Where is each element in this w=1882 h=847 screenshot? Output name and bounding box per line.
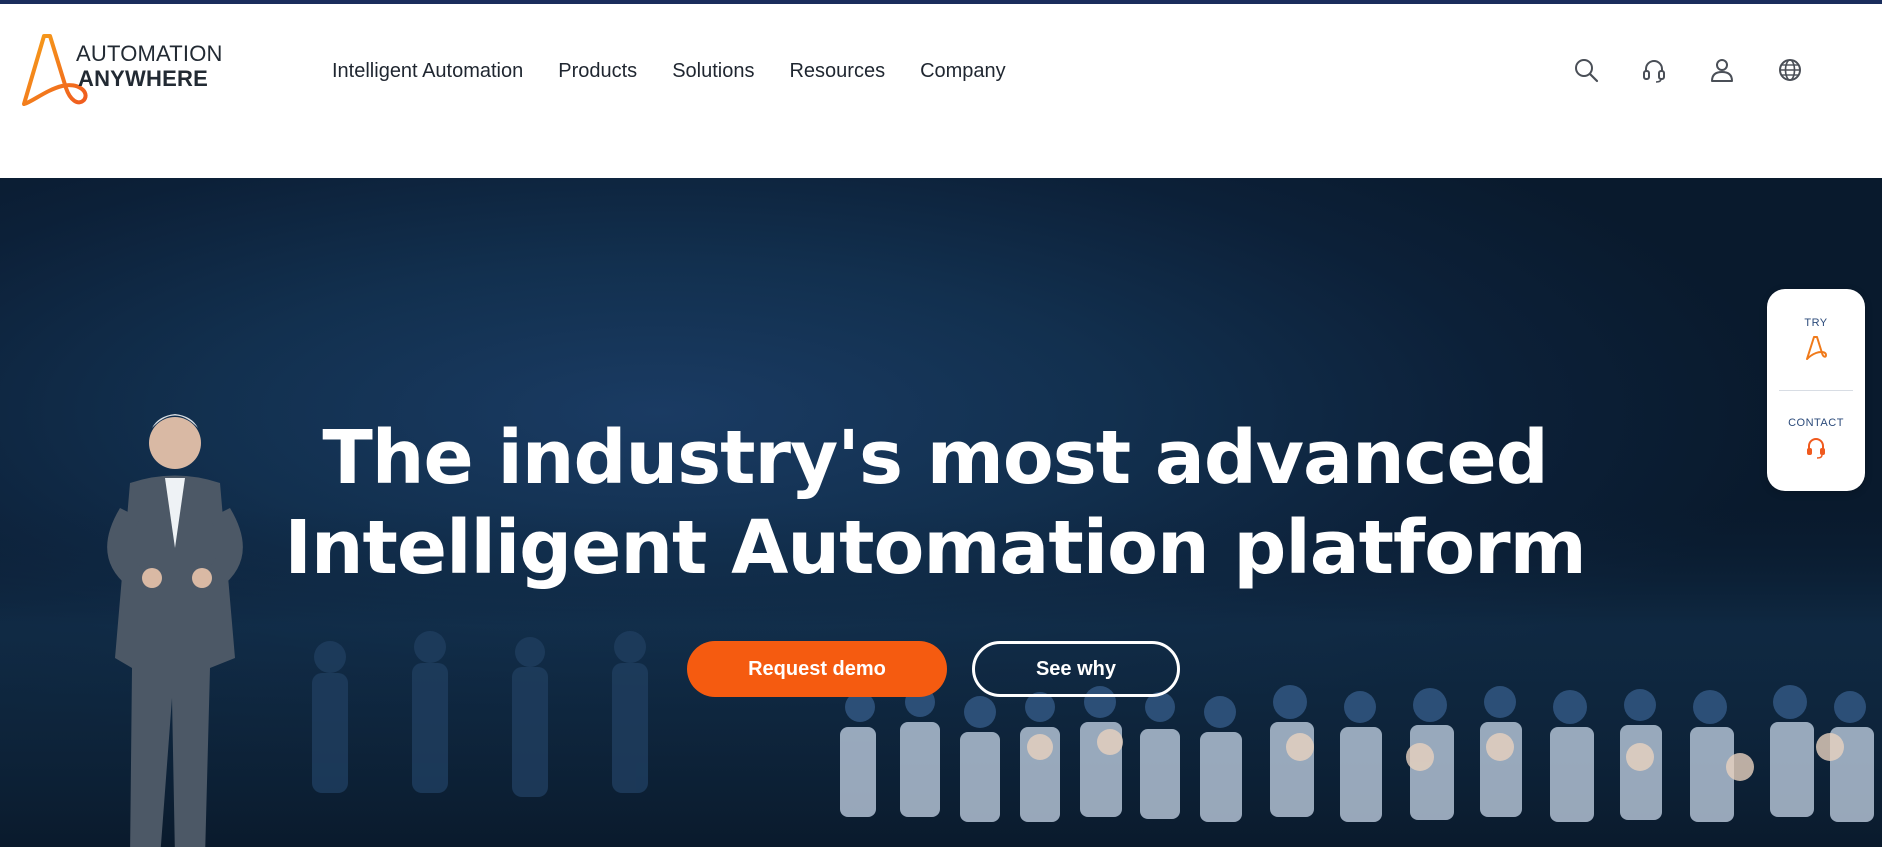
- hero-headline-line1: The industry's most advanced: [322, 415, 1548, 501]
- headset-icon[interactable]: [1640, 56, 1668, 84]
- headset-icon: [1807, 438, 1825, 459]
- user-icon[interactable]: [1708, 56, 1736, 84]
- logo-text-line2: ANYWHERE: [78, 66, 208, 91]
- nav-products[interactable]: Products: [558, 60, 637, 83]
- nav-resources[interactable]: Resources: [789, 60, 885, 83]
- try-widget-button[interactable]: TRY: [1767, 317, 1865, 366]
- logo[interactable]: AUTOMATION ANYWHERE: [20, 30, 230, 110]
- nav-company[interactable]: Company: [920, 60, 1006, 83]
- globe-icon[interactable]: [1776, 56, 1804, 84]
- side-widget-divider: [1779, 390, 1853, 391]
- hero-section: The industry's most advanced Intelligent…: [0, 178, 1882, 847]
- hero-headline: The industry's most advanced Intelligent…: [0, 413, 1870, 593]
- hero-headline-line2: Intelligent Automation platform: [284, 505, 1586, 591]
- main-navigation: Intelligent Automation Products Solution…: [332, 56, 1006, 86]
- search-icon[interactable]: [1572, 56, 1600, 84]
- side-quick-actions: TRY CONTACT: [1767, 289, 1865, 491]
- header-utility-icons: [1572, 56, 1804, 84]
- automation-anywhere-a-icon: [1806, 336, 1827, 360]
- contact-label: CONTACT: [1788, 417, 1844, 429]
- site-header: AUTOMATION ANYWHERE Intelligent Automati…: [0, 4, 1882, 178]
- try-label: TRY: [1804, 317, 1828, 329]
- nav-intelligent-automation[interactable]: Intelligent Automation: [332, 60, 523, 83]
- request-demo-button[interactable]: Request demo: [687, 641, 947, 697]
- contact-widget-button[interactable]: CONTACT: [1767, 417, 1865, 464]
- logo-text-line1: AUTOMATION: [76, 41, 223, 66]
- see-why-button[interactable]: See why: [972, 641, 1180, 697]
- nav-solutions[interactable]: Solutions: [672, 60, 754, 83]
- hero-cta-row: Request demo See why: [687, 641, 1180, 697]
